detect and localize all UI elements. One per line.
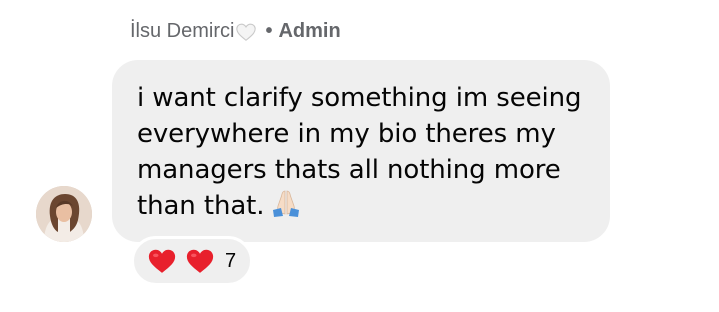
avatar[interactable] [36,186,92,242]
red-heart-icon [147,247,177,275]
author-name[interactable]: İlsu Demirci [130,20,234,43]
reactions-bar[interactable]: 7 [131,236,254,286]
comment-message-text: i want clarify something im seeing every… [137,83,582,221]
comment-container: İlsu Demirci • Admin i want clarify some… [0,0,719,312]
comment-header: İlsu Demirci • Admin [130,20,341,43]
comment-bubble[interactable]: i want clarify something im seeing every… [112,60,610,242]
white-heart-icon [235,21,257,43]
separator-dot: • [265,20,273,42]
folded-hands-icon [270,188,302,218]
reaction-count: 7 [225,249,237,272]
role-badge: Admin [278,20,341,42]
comment-text: i want clarify something im seeing every… [137,80,586,224]
red-heart-icon [185,247,215,275]
